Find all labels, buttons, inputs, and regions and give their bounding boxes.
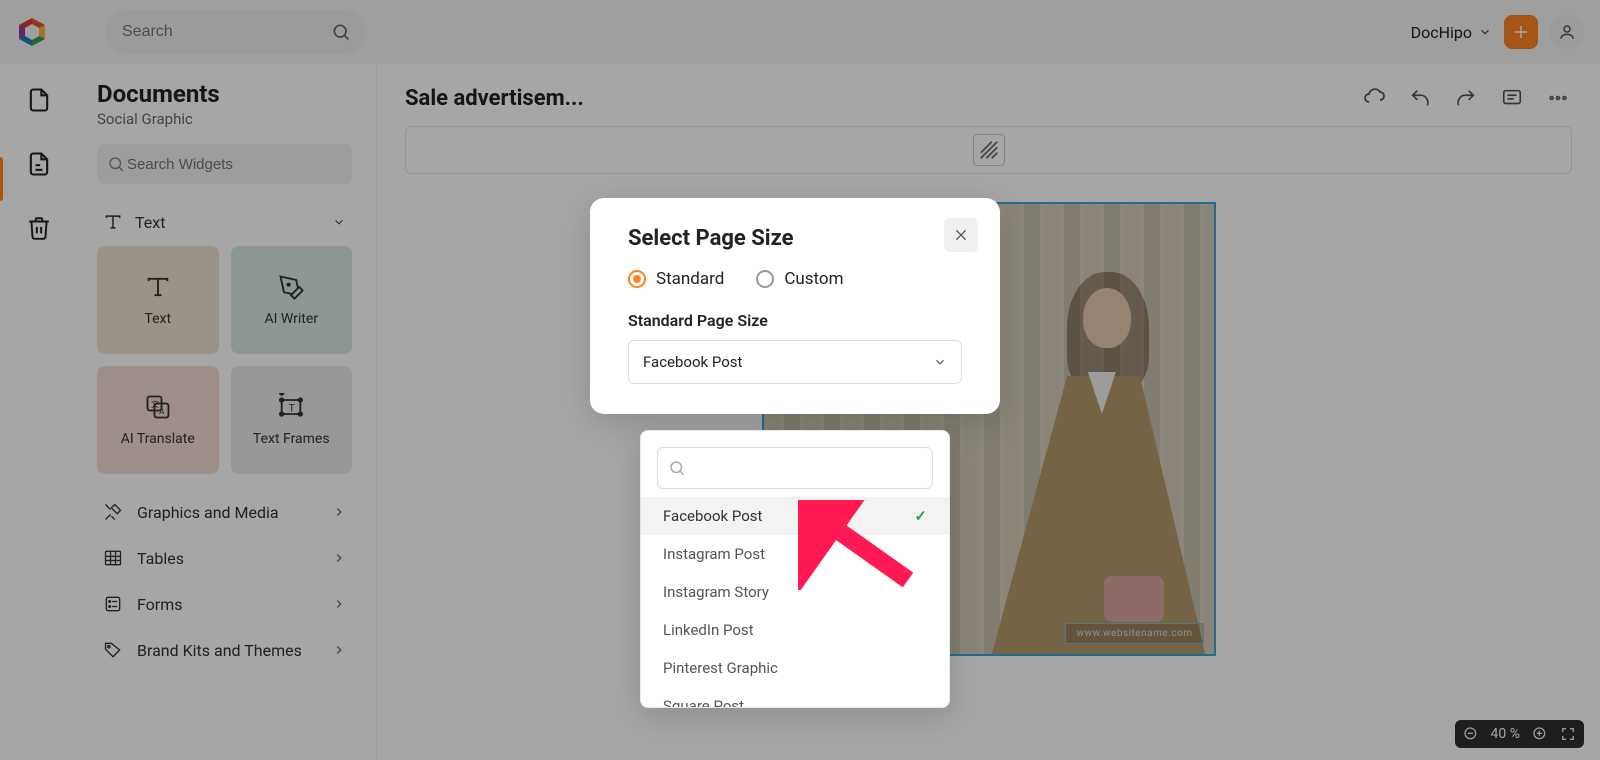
radio-dot-icon (756, 270, 774, 288)
dropdown-option[interactable]: Instagram Post (641, 535, 949, 573)
dropdown-option[interactable]: Facebook Post ✓ (641, 497, 949, 535)
check-icon: ✓ (914, 507, 927, 525)
size-select-label: Standard Page Size (628, 311, 962, 330)
option-label: Square Post (663, 697, 744, 707)
size-dropdown: Facebook Post ✓ Instagram Post Instagram… (640, 430, 950, 708)
modal-title: Select Page Size (628, 226, 962, 251)
option-label: Pinterest Graphic (663, 659, 778, 677)
dropdown-search-input[interactable] (686, 459, 922, 478)
dropdown-search[interactable] (657, 447, 933, 489)
radio-dot-icon (628, 270, 646, 288)
dropdown-option[interactable]: LinkedIn Post (641, 611, 949, 649)
select-value: Facebook Post (643, 353, 742, 371)
option-label: Facebook Post (663, 507, 762, 525)
standard-size-select[interactable]: Facebook Post (628, 340, 962, 384)
chevron-down-icon (933, 355, 947, 369)
radio-label: Standard (656, 269, 724, 289)
dropdown-option[interactable]: Square Post (641, 687, 949, 707)
radio-custom[interactable]: Custom (756, 269, 843, 289)
page-size-modal: Select Page Size Standard Custom Standar… (590, 198, 1000, 414)
option-label: Instagram Story (663, 583, 769, 601)
size-mode-radios: Standard Custom (628, 269, 962, 289)
dropdown-option[interactable]: Instagram Story (641, 573, 949, 611)
dropdown-list: Facebook Post ✓ Instagram Post Instagram… (641, 497, 949, 707)
radio-standard[interactable]: Standard (628, 269, 724, 289)
modal-close-button[interactable] (944, 218, 978, 252)
dropdown-option[interactable]: Pinterest Graphic (641, 649, 949, 687)
option-label: Instagram Post (663, 545, 765, 563)
option-label: LinkedIn Post (663, 621, 754, 639)
search-icon (668, 459, 686, 477)
radio-label: Custom (784, 269, 843, 289)
